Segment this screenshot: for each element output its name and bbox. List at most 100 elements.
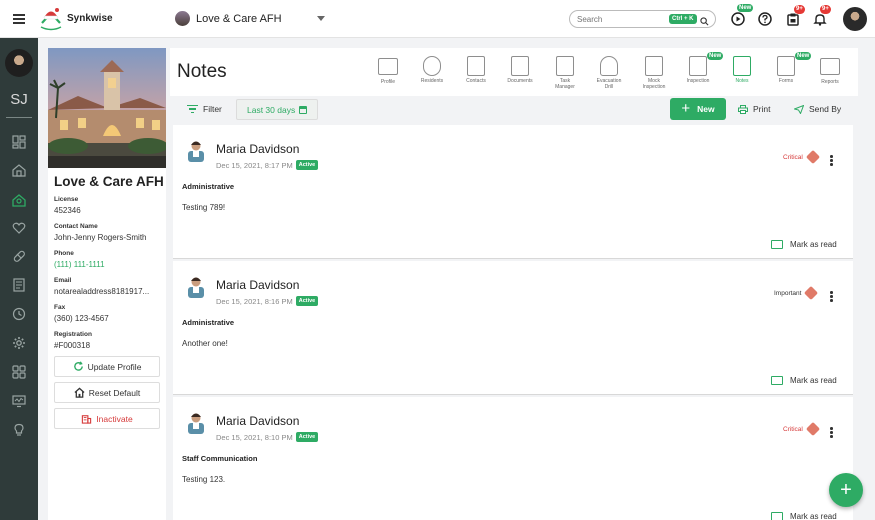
module-evacuation-drill[interactable]: Evacuation Drill <box>594 56 624 90</box>
note-date: Dec 15, 2021, 8:17 PM <box>216 160 293 170</box>
note-author: Maria Davidson <box>216 414 300 428</box>
clipboard-icon[interactable] <box>12 278 26 292</box>
residents-icon[interactable] <box>12 193 26 207</box>
reset-default-button[interactable]: Reset Default <box>54 382 160 403</box>
module-mock-inspection-label: Mock Inspection <box>642 78 666 90</box>
plus-icon: + <box>681 100 691 117</box>
inactivate-label: Inactivate <box>96 413 133 424</box>
status-badge: Active <box>295 160 319 170</box>
play-icon[interactable]: New <box>731 4 754 26</box>
bell-icon[interactable]: 9+ <box>813 5 831 26</box>
rail-avatar[interactable] <box>5 49 33 77</box>
more-options-icon[interactable] <box>830 291 833 303</box>
new-note-button[interactable]: + New <box>670 98 726 120</box>
page-title: Notes <box>177 61 227 82</box>
pill-icon[interactable] <box>12 249 26 263</box>
phone-link[interactable]: (111) 111-1111 <box>54 260 158 269</box>
note-body: Another one! <box>182 339 228 348</box>
note-author: Maria Davidson <box>216 278 300 292</box>
rail-divider <box>6 117 32 118</box>
mark-as-read-button[interactable]: Mark as read <box>771 240 837 249</box>
document-icon <box>511 56 529 76</box>
mark-as-read-label: Mark as read <box>790 512 837 520</box>
search-input[interactable] <box>577 14 669 24</box>
date-range-button[interactable]: Last 30 days <box>236 99 319 120</box>
module-notes-label: Notes <box>735 78 749 84</box>
priority-diamond-icon <box>804 285 819 301</box>
note-category: Administrative <box>182 318 235 327</box>
module-residents[interactable]: Residents <box>417 56 447 84</box>
author-avatar <box>185 410 207 434</box>
printer-icon <box>738 104 748 114</box>
priority-diamond-icon <box>805 149 820 165</box>
note-category: Staff Communication <box>182 454 258 463</box>
note-body: Testing 789! <box>182 203 226 212</box>
phone-label: Phone <box>54 250 74 257</box>
send-by-label: Send By <box>809 104 842 114</box>
module-reports[interactable]: Reports <box>815 56 845 85</box>
note-date: Dec 15, 2021, 8:16 PM <box>216 296 293 306</box>
mark-as-read-label: Mark as read <box>790 376 837 385</box>
top-bar: Synkwise Love & Care AFH Ctrl + K New 9+… <box>0 0 875 38</box>
module-notes[interactable]: Notes <box>727 56 757 84</box>
flame-icon <box>600 56 618 76</box>
note-card[interactable]: Maria Davidson Dec 15, 2021, 8:16 PM Act… <box>173 261 853 395</box>
menu-icon[interactable] <box>0 0 38 38</box>
module-profile-label: Profile <box>380 79 396 85</box>
registration-label: Registration <box>54 331 92 338</box>
send-icon <box>792 104 805 115</box>
priority-diamond-icon <box>805 421 820 437</box>
more-options-icon[interactable] <box>830 155 833 167</box>
search-box[interactable]: Ctrl + K <box>569 10 716 28</box>
print-button[interactable]: Print <box>738 104 770 114</box>
priority-label: Critical <box>783 153 803 161</box>
module-task-manager[interactable]: Task Manager <box>550 56 580 90</box>
add-fab-button[interactable]: + <box>829 473 863 507</box>
note-body: Testing 123. <box>182 475 226 484</box>
bulb-icon[interactable] <box>12 423 26 437</box>
app-logo[interactable]: Synkwise <box>38 0 173 38</box>
people-icon <box>423 56 441 76</box>
new-note-label: New <box>697 104 715 114</box>
grid-icon[interactable] <box>12 365 26 379</box>
facility-title: Love & Care AFH <box>54 174 164 189</box>
help-icon[interactable] <box>758 12 772 26</box>
module-documents-label: Documents <box>507 78 533 84</box>
id-card-icon <box>378 58 398 75</box>
building-icon[interactable] <box>12 163 26 177</box>
update-profile-button[interactable]: Update Profile <box>54 356 160 377</box>
send-by-button[interactable]: Send By <box>792 104 842 115</box>
module-documents[interactable]: Documents <box>505 56 535 84</box>
home-icon <box>74 387 85 398</box>
module-header: Notes Profile Residents Contacts Documen… <box>170 48 858 96</box>
note-date-row: Dec 15, 2021, 8:10 PM Active <box>216 432 319 442</box>
more-options-icon[interactable] <box>830 427 833 439</box>
filter-button[interactable]: Filter <box>187 104 222 114</box>
module-evacuation-drill-label: Evacuation Drill <box>596 78 622 90</box>
mark-as-read-button[interactable]: Mark as read <box>771 512 837 520</box>
module-mock-inspection[interactable]: Mock Inspection <box>639 56 669 90</box>
note-date: Dec 15, 2021, 8:10 PM <box>216 432 293 442</box>
note-card[interactable]: Maria Davidson Dec 15, 2021, 8:10 PM Act… <box>173 397 853 520</box>
mark-as-read-button[interactable]: Mark as read <box>771 376 837 385</box>
inspection-chart-icon <box>689 56 707 76</box>
tasks-icon[interactable]: 9+ <box>786 5 805 26</box>
facility-selector[interactable]: Love & Care AFH <box>175 11 325 26</box>
monitor-icon[interactable] <box>12 394 26 408</box>
clock-icon[interactable] <box>12 307 26 321</box>
user-avatar[interactable] <box>843 7 867 31</box>
module-contacts[interactable]: Contacts <box>461 56 491 84</box>
note-card[interactable]: Maria Davidson Dec 15, 2021, 8:17 PM Act… <box>173 125 853 259</box>
module-forms[interactable]: Forms New <box>771 52 812 84</box>
module-inspection[interactable]: Inspection New <box>683 52 724 84</box>
search-icon[interactable] <box>699 15 709 25</box>
tasks-count-badge: 9+ <box>794 5 805 14</box>
heart-icon[interactable] <box>12 221 26 235</box>
module-profile[interactable]: Profile <box>373 56 403 85</box>
inspection-new-badge: New <box>707 52 724 60</box>
contact-book-icon <box>467 56 485 76</box>
dashboard-icon[interactable] <box>12 135 26 149</box>
inactivate-button[interactable]: Inactivate <box>54 408 160 429</box>
user-initials: SJ <box>10 91 28 108</box>
settings-icon[interactable] <box>12 336 26 350</box>
